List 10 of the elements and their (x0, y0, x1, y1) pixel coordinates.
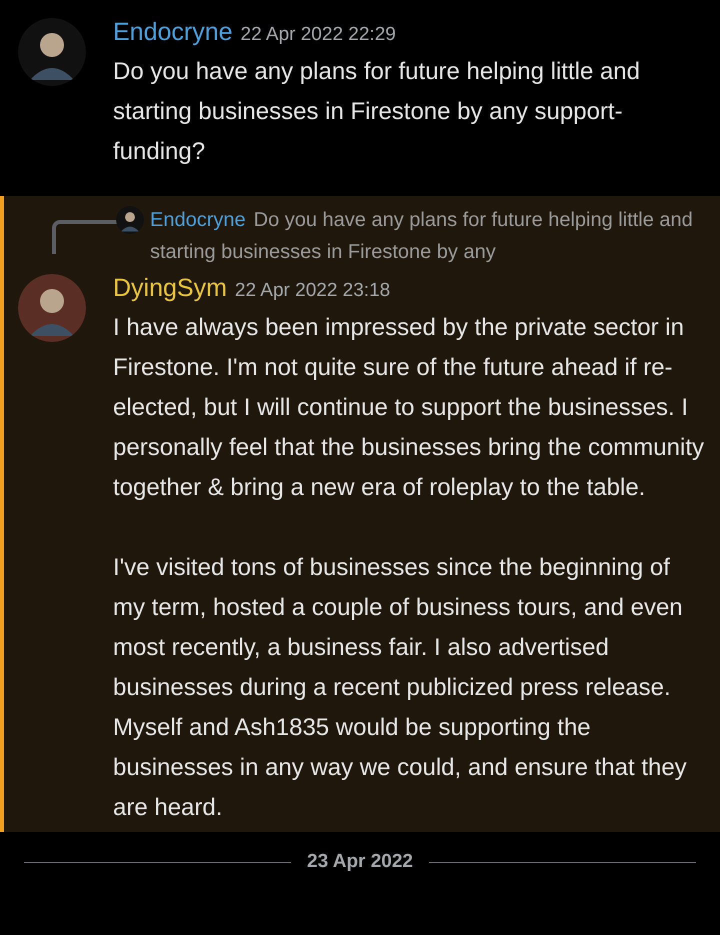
timestamp: 22 Apr 2022 23:18 (234, 279, 390, 303)
message-text: Do you have any plans for future helping little and starting businesses in Firestone by any support-funding? (113, 57, 642, 167)
timestamp: 22 Apr 2022 22:29 (240, 23, 396, 47)
author-name[interactable]: Endocryne (113, 12, 233, 52)
date-divider: 23 Apr 2022 (307, 850, 413, 874)
author-name[interactable]: DyingSym (113, 268, 227, 308)
reply-author[interactable]: Endocryne (150, 209, 246, 231)
message-text: I have always been impressed by the private sector in Firestone. I'm not quite sure of the future ahead if re-elected, but I will continue to support the businesses. I personally feel that the businesses bring the community together & bring a new era of roleplay to the table. (113, 313, 705, 503)
message-text: I've visited tons of businesses since the beginning of my term, hosted a couple of business tours, and even most recently, a business fair. I also advertised businesses during a recent publicized press release. Myself and Ash1835 would be supporting the businesses in any way we could, and ensure that they are heard. (113, 553, 688, 823)
reply-preview: Endocryne Do you have any plans for future helping little and starting businesses in Firestone by any (150, 208, 694, 265)
